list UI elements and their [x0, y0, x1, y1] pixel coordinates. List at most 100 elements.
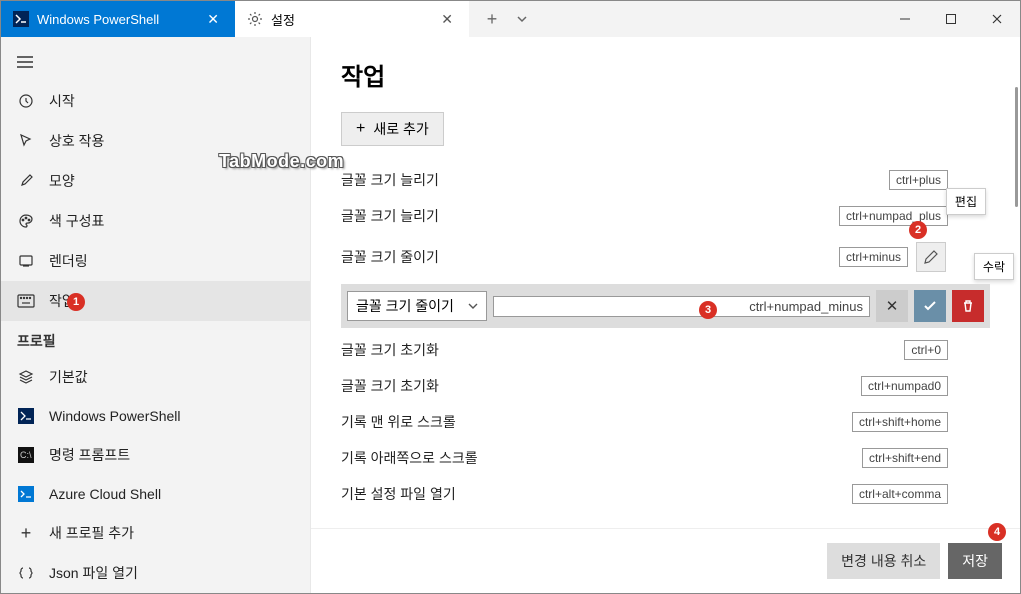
- action-name: 글꼴 크기 초기화: [341, 340, 591, 360]
- cmd-icon: C:\: [17, 446, 35, 464]
- cancel-edit-button[interactable]: ✕: [876, 290, 908, 322]
- scrollbar[interactable]: [1015, 87, 1018, 207]
- powershell-icon: [13, 11, 29, 27]
- action-row[interactable]: 기본 설정 파일 열기 ctrl+alt+comma: [341, 476, 990, 512]
- startup-icon: [17, 92, 35, 110]
- main-scroll[interactable]: 작업 + 새로 추가 글꼴 크기 늘리기 ctrl+plus 글꼴 크기 늘리기: [311, 37, 1020, 528]
- action-keybinding: ctrl+alt+comma: [852, 484, 948, 504]
- action-keybinding: ctrl+shift+end: [862, 448, 948, 468]
- action-row[interactable]: 글꼴 크기 초기화 ctrl+numpad0: [341, 368, 990, 404]
- sidebar-item-startup[interactable]: 시작: [1, 81, 310, 121]
- action-row[interactable]: 글꼴 크기 줄이기 ctrl+minus 2 수락: [341, 234, 990, 280]
- sidebar-item-label: 모양: [49, 171, 75, 191]
- sidebar: 시작 상호 작용 모양 색 구성표 렌더링 작업 1 프로필 기본값: [1, 37, 311, 593]
- sidebar-item-label: 렌더링: [49, 251, 88, 271]
- main-content: 작업 + 새로 추가 글꼴 크기 늘리기 ctrl+plus 글꼴 크기 늘리기: [311, 37, 1020, 593]
- app-body: 시작 상호 작용 모양 색 구성표 렌더링 작업 1 프로필 기본값: [1, 37, 1020, 593]
- plus-icon: +: [356, 120, 365, 138]
- close-icon[interactable]: ✕: [437, 9, 457, 30]
- titlebar-buttons: +: [477, 4, 537, 34]
- action-keybinding: ctrl+plus: [889, 170, 948, 190]
- json-icon: [17, 564, 35, 582]
- palette-icon: [17, 212, 35, 230]
- sidebar-item-label: 상호 작용: [49, 131, 104, 151]
- close-button[interactable]: [974, 1, 1020, 37]
- sidebar-item-label: Windows PowerShell: [49, 408, 181, 424]
- action-name: 글꼴 크기 초기화: [341, 376, 591, 396]
- close-icon[interactable]: ✕: [203, 9, 223, 30]
- action-name: 글꼴 크기 늘리기: [341, 170, 591, 190]
- page-title: 작업: [341, 57, 990, 92]
- action-row[interactable]: 글꼴 크기 늘리기 ctrl+numpad_plus 편집: [341, 198, 990, 234]
- action-keybinding: ctrl+shift+home: [852, 412, 948, 432]
- titlebar: Windows PowerShell ✕ 설정 ✕ +: [1, 1, 1020, 37]
- sidebar-profile-cmd[interactable]: C:\ 명령 프롬프트: [1, 435, 310, 475]
- action-keybinding: ctrl+numpad_plus: [839, 206, 948, 226]
- sidebar-item-rendering[interactable]: 렌더링: [1, 241, 310, 281]
- add-new-button[interactable]: + 새로 추가: [341, 112, 444, 146]
- sidebar-add-profile[interactable]: + 새 프로필 추가: [1, 513, 310, 553]
- sidebar-item-label: 기본값: [49, 367, 88, 387]
- chevron-down-icon: [468, 298, 478, 314]
- action-select-label: 글꼴 크기 줄이기: [356, 296, 454, 316]
- accept-tooltip: 수락: [974, 253, 1014, 280]
- action-keybinding: ctrl+0: [904, 340, 948, 360]
- action-name: 기본 설정 파일 열기: [341, 484, 591, 504]
- sidebar-item-label: 색 구성표: [49, 211, 104, 231]
- action-row[interactable]: 글꼴 크기 늘리기 ctrl+plus: [341, 162, 990, 198]
- action-name: 글꼴 크기 늘리기: [341, 206, 591, 226]
- sidebar-profile-defaults[interactable]: 기본값: [1, 357, 310, 397]
- new-tab-button[interactable]: +: [477, 4, 507, 34]
- sidebar-item-label: 시작: [49, 91, 75, 111]
- sidebar-open-json[interactable]: Json 파일 열기: [1, 553, 310, 593]
- discard-button[interactable]: 변경 내용 취소: [827, 543, 940, 579]
- tab-powershell[interactable]: Windows PowerShell ✕: [1, 1, 235, 37]
- sidebar-profile-azure[interactable]: Azure Cloud Shell: [1, 475, 310, 513]
- action-name: 글꼴 크기 줄이기: [341, 247, 591, 267]
- powershell-icon: [17, 407, 35, 425]
- add-new-label: 새로 추가: [373, 119, 428, 139]
- plus-icon: +: [17, 524, 35, 542]
- accept-edit-button[interactable]: [914, 290, 946, 322]
- tab-settings[interactable]: 설정 ✕: [235, 1, 469, 37]
- action-name: 기록 아래쪽으로 스크롤: [341, 448, 591, 468]
- profiles-heading: 프로필: [1, 321, 310, 357]
- keyboard-icon: [17, 292, 35, 310]
- sidebar-item-actions[interactable]: 작업 1: [1, 281, 310, 321]
- maximize-button[interactable]: [928, 1, 974, 37]
- action-row[interactable]: 기록 아래쪽으로 스크롤 ctrl+shift+end: [341, 440, 990, 476]
- action-keybinding: ctrl+minus: [839, 247, 908, 267]
- azure-icon: [17, 485, 35, 503]
- tab-label: Windows PowerShell: [37, 12, 159, 27]
- keybinding-input-wrap[interactable]: 3: [493, 296, 870, 317]
- action-edit-row: 글꼴 크기 줄이기 3 ✕: [341, 284, 990, 328]
- layers-icon: [17, 368, 35, 386]
- watermark: TabMode.com: [219, 151, 344, 172]
- gear-icon: [247, 11, 263, 27]
- save-button[interactable]: 저장: [948, 543, 1002, 579]
- sidebar-item-colors[interactable]: 색 구성표: [1, 201, 310, 241]
- window-controls: [882, 1, 1020, 37]
- sidebar-profile-powershell[interactable]: Windows PowerShell: [1, 397, 310, 435]
- minimize-button[interactable]: [882, 1, 928, 37]
- dropdown-button[interactable]: [507, 4, 537, 34]
- cursor-icon: [17, 132, 35, 150]
- edit-button[interactable]: 2: [916, 242, 946, 272]
- keybinding-input[interactable]: [500, 299, 863, 314]
- action-select[interactable]: 글꼴 크기 줄이기: [347, 291, 487, 321]
- action-name: 기록 맨 위로 스크롤: [341, 412, 591, 432]
- action-row[interactable]: 기록 맨 위로 스크롤 ctrl+shift+home: [341, 404, 990, 440]
- action-keybinding: ctrl+numpad0: [861, 376, 948, 396]
- svg-text:C:\: C:\: [20, 450, 32, 460]
- sidebar-item-label: 명령 프롬프트: [49, 445, 130, 465]
- sidebar-item-label: Json 파일 열기: [49, 563, 138, 583]
- edit-tooltip: 편집: [946, 188, 986, 215]
- annotation-badge: 2: [909, 221, 927, 239]
- tab-label: 설정: [271, 10, 295, 29]
- hamburger-button[interactable]: [1, 47, 310, 81]
- annotation-badge: 1: [67, 293, 85, 311]
- footer: 변경 내용 취소 저장 4: [311, 528, 1020, 593]
- sidebar-item-label: 새 프로필 추가: [49, 523, 134, 543]
- delete-button[interactable]: [952, 290, 984, 322]
- action-row[interactable]: 글꼴 크기 초기화 ctrl+0: [341, 332, 990, 368]
